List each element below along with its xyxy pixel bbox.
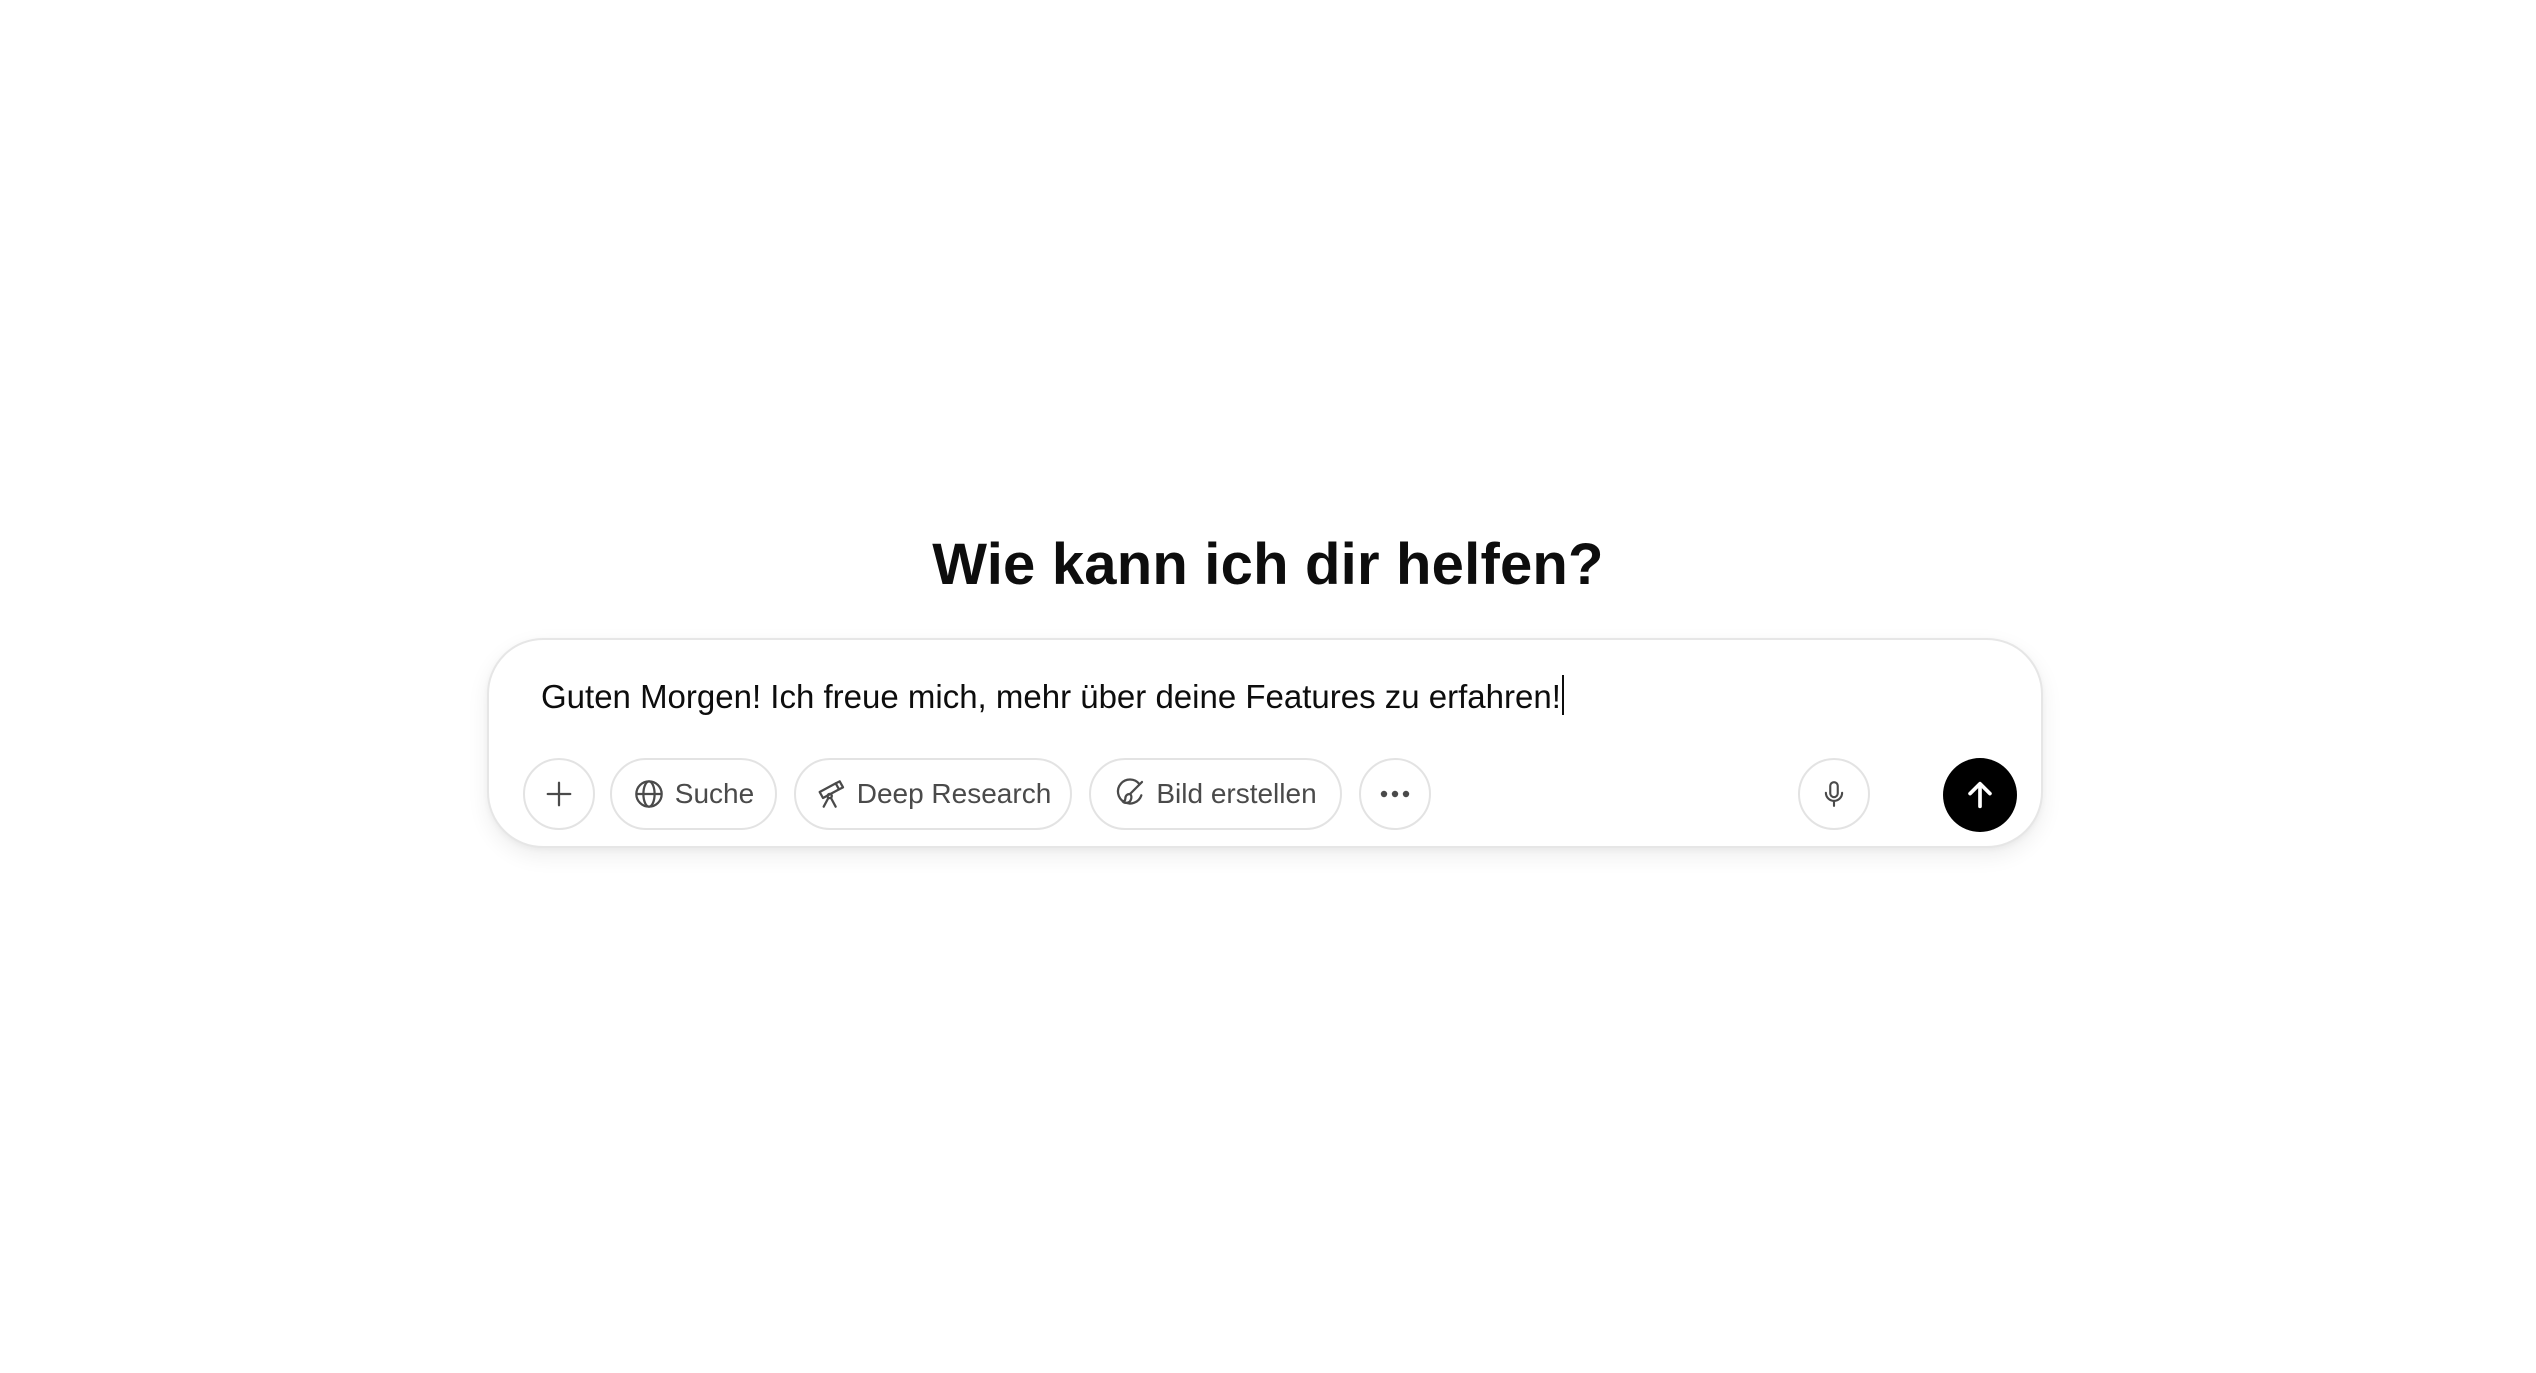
brush-icon bbox=[1114, 778, 1146, 810]
plus-icon bbox=[544, 779, 574, 809]
text-caret bbox=[1561, 675, 1564, 715]
page-title: Wie kann ich dir helfen? bbox=[932, 532, 1604, 597]
more-tools-button[interactable] bbox=[1359, 758, 1431, 830]
microphone-icon bbox=[1819, 779, 1849, 809]
prompt-input[interactable]: Guten Morgen! Ich freue mich, mehr über … bbox=[541, 672, 1564, 722]
prompt-text: Guten Morgen! Ich freue mich, mehr über … bbox=[541, 678, 1561, 715]
search-label: Suche bbox=[674, 778, 755, 809]
arrow-up-icon bbox=[1963, 778, 1997, 812]
page: Wie kann ich dir helfen? Guten Morgen! I… bbox=[0, 0, 2536, 1373]
ellipsis-icon bbox=[1379, 789, 1411, 799]
create-image-button[interactable]: Bild erstellen bbox=[1089, 758, 1342, 830]
create-image-label: Bild erstellen bbox=[1156, 778, 1317, 809]
telescope-icon bbox=[815, 778, 847, 810]
composer-toolbar: Suche Deep Research Bild erstellen bbox=[523, 758, 2017, 832]
search-button[interactable]: Suche bbox=[610, 758, 777, 830]
add-button[interactable] bbox=[523, 758, 595, 830]
deep-research-label: Deep Research bbox=[856, 778, 1052, 809]
globe-icon bbox=[633, 778, 665, 810]
chat-composer: Guten Morgen! Ich freue mich, mehr über … bbox=[487, 638, 2043, 848]
voice-input-button[interactable] bbox=[1798, 758, 1870, 830]
deep-research-button[interactable]: Deep Research bbox=[794, 758, 1072, 830]
send-button[interactable] bbox=[1943, 758, 2017, 832]
